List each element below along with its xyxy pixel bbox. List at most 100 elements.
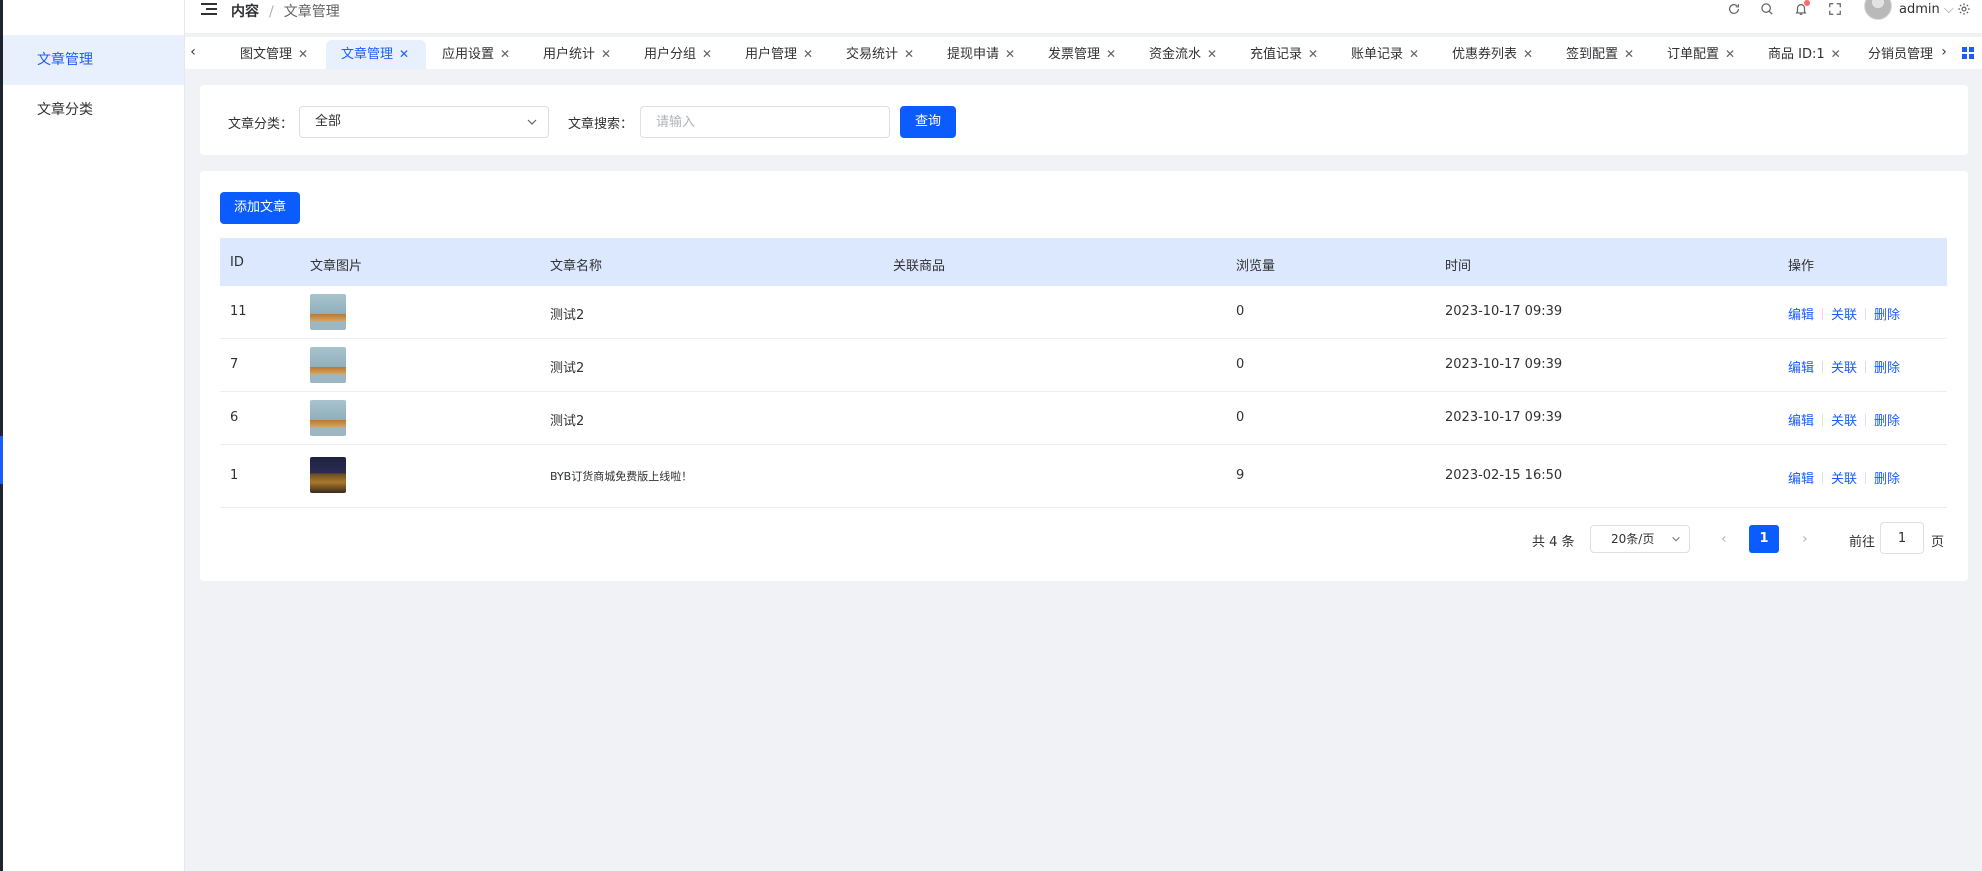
tab-recharge-records[interactable]: 充值记录 ✕ [1250, 40, 1318, 69]
close-icon[interactable]: ✕ [1308, 47, 1318, 61]
row-actions: 编辑 关联 删除 [1788, 357, 1900, 376]
tab-label: 充值记录 [1250, 47, 1303, 62]
page-number-current[interactable]: 1 [1749, 525, 1779, 553]
article-table: ID 文章图片 文章名称 关联商品 浏览量 时间 操作 11 测试2 0 202… [220, 238, 1947, 508]
tab-label: 图文管理 [240, 47, 293, 62]
edit-link[interactable]: 编辑 [1788, 414, 1814, 429]
avatar[interactable] [1864, 0, 1892, 20]
chevron-down-icon [1672, 536, 1680, 542]
tab-label: 商品 ID:1 [1768, 47, 1825, 62]
link-link[interactable]: 关联 [1831, 472, 1857, 487]
divider [1822, 472, 1824, 484]
search-icon[interactable] [1760, 2, 1774, 16]
category-select[interactable]: 全部 [299, 106, 549, 138]
tab-bill-records[interactable]: 账单记录 ✕ [1351, 40, 1419, 69]
divider [1822, 361, 1824, 373]
breadcrumb-item: 文章管理 [283, 4, 340, 20]
tab-order-config[interactable]: 订单配置 ✕ [1667, 40, 1735, 69]
tab-fund-flow[interactable]: 资金流水 ✕ [1149, 40, 1217, 69]
tab-label: 提现申请 [947, 47, 1000, 62]
close-icon[interactable]: ✕ [1207, 47, 1217, 61]
tab-user-groups[interactable]: 用户分组 ✕ [644, 40, 712, 69]
sidebar-item-article-management[interactable]: 文章管理 [3, 35, 184, 85]
cell-name: 测试2 [550, 414, 585, 429]
tabs-scroll-left-icon[interactable]: ‹ [185, 37, 201, 69]
edit-link[interactable]: 编辑 [1788, 308, 1814, 323]
sidebar-item-article-category[interactable]: 文章分类 [3, 85, 184, 135]
tab-distributor-management[interactable]: 分销员管理 [1868, 40, 1933, 69]
prev-page-icon[interactable]: ‹ [1721, 531, 1727, 547]
divider [1865, 308, 1867, 320]
column-header-views: 浏览量 [1236, 259, 1276, 274]
tab-invoice-management[interactable]: 发票管理 ✕ [1048, 40, 1116, 69]
close-icon[interactable]: ✕ [1409, 47, 1419, 61]
tabs-menu-grid-icon[interactable] [1962, 47, 1974, 59]
tab-article-management[interactable]: 文章管理 ✕ [326, 40, 426, 69]
tabs-bar: ‹ 图文管理 ✕ 文章管理 ✕ 应用设置 ✕ 用户统计 ✕ 用户分组 ✕ 用户管理 ✕ 交易… [185, 37, 1982, 69]
bell-icon[interactable] [1794, 0, 1810, 16]
menu-fold-icon[interactable] [201, 3, 217, 17]
link-link[interactable]: 关联 [1831, 414, 1857, 429]
page-size-select[interactable]: 20条/页 [1590, 525, 1690, 553]
cell-time: 2023-10-17 09:39 [1445, 410, 1563, 425]
tab-checkin-config[interactable]: 签到配置 ✕ [1566, 40, 1634, 69]
edit-link[interactable]: 编辑 [1788, 361, 1814, 376]
breadcrumb-item[interactable]: 内容 [231, 4, 259, 20]
page-unit-label: 页 [1931, 535, 1945, 550]
category-select-value: 全部 [315, 114, 342, 129]
search-input[interactable] [640, 106, 890, 138]
tab-product-detail[interactable]: 商品 ID:1 ✕ [1768, 40, 1841, 69]
tab-user-management[interactable]: 用户管理 ✕ [745, 40, 813, 69]
tab-graphic-management[interactable]: 图文管理 ✕ [240, 40, 308, 69]
fullscreen-icon[interactable] [1828, 2, 1842, 16]
chevron-down-icon: ⌵ [1943, 2, 1954, 17]
filter-panel: 文章分类： 全部 文章搜索： 查询 [200, 85, 1968, 155]
tab-coupon-list[interactable]: 优惠券列表 ✕ [1452, 40, 1533, 69]
sidebar: 文章管理 文章分类 [3, 0, 185, 871]
search-filter-label: 文章搜索： [568, 117, 634, 132]
column-header-product: 关联商品 [893, 259, 946, 274]
delete-link[interactable]: 删除 [1874, 472, 1900, 487]
article-thumbnail [310, 347, 346, 383]
close-icon[interactable]: ✕ [399, 47, 409, 61]
tab-app-settings[interactable]: 应用设置 ✕ [442, 40, 510, 69]
tabs-scroll-right-icon[interactable]: › [1936, 37, 1952, 69]
tab-user-stats[interactable]: 用户统计 ✕ [543, 40, 611, 69]
edit-link[interactable]: 编辑 [1788, 472, 1814, 487]
user-menu[interactable]: admin ⌵ [1899, 2, 1954, 17]
tab-label: 用户统计 [543, 47, 596, 62]
table-row: 1 BYB订货商城免费版上线啦！ 9 2023-02-15 16:50 编辑 关联… [220, 445, 1947, 508]
next-page-icon[interactable]: › [1802, 531, 1808, 547]
cell-time: 2023-02-15 16:50 [1445, 468, 1563, 483]
close-icon[interactable]: ✕ [500, 47, 510, 61]
close-icon[interactable]: ✕ [601, 47, 611, 61]
close-icon[interactable]: ✕ [1106, 47, 1116, 61]
close-icon[interactable]: ✕ [298, 47, 308, 61]
query-button[interactable]: 查询 [900, 106, 956, 138]
tab-withdrawal-requests[interactable]: 提现申请 ✕ [947, 40, 1015, 69]
username: admin [1899, 2, 1940, 17]
close-icon[interactable]: ✕ [1523, 47, 1533, 61]
cell-id: 11 [230, 304, 247, 319]
tab-label: 账单记录 [1351, 47, 1404, 62]
table-row: 7 测试2 0 2023-10-17 09:39 编辑 关联 删除 [220, 339, 1947, 392]
close-icon[interactable]: ✕ [1624, 47, 1634, 61]
goto-page-input[interactable] [1880, 522, 1924, 554]
link-link[interactable]: 关联 [1831, 308, 1857, 323]
tab-transaction-stats[interactable]: 交易统计 ✕ [846, 40, 914, 69]
add-article-button[interactable]: 添加文章 [220, 192, 300, 224]
close-icon[interactable]: ✕ [1725, 47, 1735, 61]
delete-link[interactable]: 删除 [1874, 414, 1900, 429]
delete-link[interactable]: 删除 [1874, 308, 1900, 323]
cell-id: 1 [230, 468, 239, 483]
close-icon[interactable]: ✕ [1831, 47, 1841, 61]
article-thumbnail [310, 400, 346, 436]
gear-icon[interactable] [1957, 2, 1971, 16]
close-icon[interactable]: ✕ [702, 47, 712, 61]
link-link[interactable]: 关联 [1831, 361, 1857, 376]
close-icon[interactable]: ✕ [803, 47, 813, 61]
close-icon[interactable]: ✕ [1005, 47, 1015, 61]
refresh-icon[interactable] [1727, 2, 1741, 16]
close-icon[interactable]: ✕ [904, 47, 914, 61]
delete-link[interactable]: 删除 [1874, 361, 1900, 376]
